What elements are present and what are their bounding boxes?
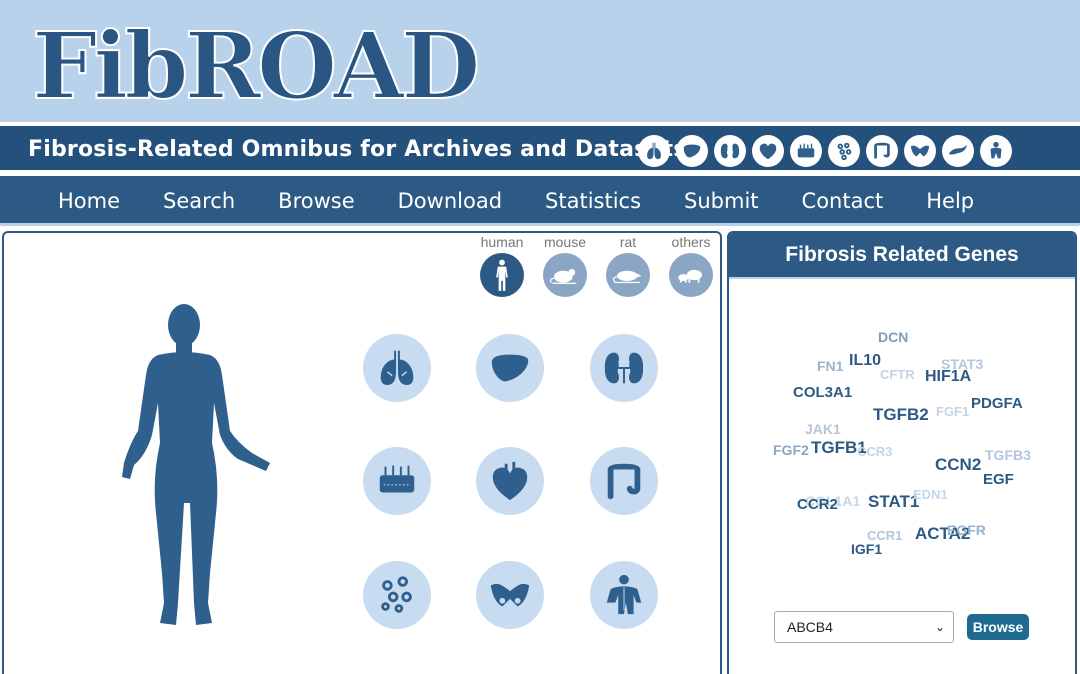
gene-word[interactable]: CCR2 (797, 496, 838, 513)
lung-icon[interactable] (363, 334, 431, 402)
genes-panel-header: Fibrosis Related Genes (729, 233, 1075, 279)
pancreas-icon[interactable] (942, 135, 974, 167)
nav-submit[interactable]: Submit (684, 189, 759, 213)
muscle-icon[interactable] (590, 561, 658, 629)
intestine-icon[interactable] (590, 447, 658, 515)
pelvis-icon[interactable] (476, 561, 544, 629)
gene-select-value: ABCB4 (787, 619, 833, 635)
lung-icon[interactable] (638, 135, 670, 167)
gene-word[interactable]: FN1 (817, 358, 843, 374)
gene-word[interactable]: CCN2 (935, 455, 981, 475)
species-rat[interactable]: rat (598, 233, 658, 297)
gene-word[interactable]: EGFR (947, 522, 986, 538)
nav-statistics[interactable]: Statistics (545, 189, 641, 213)
cells-icon[interactable] (828, 135, 860, 167)
nav-contact[interactable]: Contact (802, 189, 884, 213)
main-nav: Home Search Browse Download Statistics S… (0, 176, 1080, 226)
species-mouse[interactable]: mouse (535, 233, 595, 297)
others-icon[interactable] (669, 253, 713, 297)
gene-word[interactable]: TGFB3 (985, 447, 1031, 463)
fibroad-logo[interactable]: FibROAD (30, 22, 520, 104)
intestine-icon[interactable] (866, 135, 898, 167)
gene-word[interactable]: COL3A1 (793, 384, 852, 401)
mouse-icon[interactable] (543, 253, 587, 297)
site-tagline: Fibrosis-Related Omnibus for Archives an… (28, 137, 687, 162)
chevron-down-icon: ⌄ (934, 620, 945, 634)
muscle-icon[interactable] (980, 135, 1012, 167)
nav-home[interactable]: Home (58, 189, 120, 213)
liver-icon[interactable] (476, 334, 544, 402)
species-label: mouse (543, 234, 587, 250)
gene-word[interactable]: FGF2 (773, 442, 809, 458)
kidney-icon[interactable] (590, 334, 658, 402)
gene-word[interactable]: STAT1 (868, 492, 919, 512)
cells-icon[interactable] (363, 561, 431, 629)
nav-download[interactable]: Download (398, 189, 502, 213)
nav-search[interactable]: Search (163, 189, 235, 213)
svg-text:FibROAD: FibROAD (32, 22, 477, 104)
skin-icon[interactable] (363, 447, 431, 515)
human-body-silhouette[interactable] (116, 303, 276, 633)
organ-browser-panel: human mouse rat others (2, 231, 722, 674)
gene-select[interactable]: ABCB4 ⌄ (774, 611, 954, 643)
nav-help[interactable]: Help (926, 189, 974, 213)
browse-button[interactable]: Browse (967, 614, 1029, 640)
human-icon[interactable] (480, 253, 524, 297)
gene-word[interactable]: TGFB2 (873, 405, 929, 425)
gene-word-cloud: DCN FN1 IL10 CFTR STAT3 HIF1A COL3A1 TGF… (729, 279, 1075, 609)
gene-word[interactable]: JAK1 (805, 421, 841, 437)
heart-icon[interactable] (752, 135, 784, 167)
species-human[interactable]: human (472, 233, 532, 297)
pelvis-icon[interactable] (904, 135, 936, 167)
liver-icon[interactable] (676, 135, 708, 167)
heart-icon[interactable] (476, 447, 544, 515)
species-label: rat (619, 234, 637, 250)
gene-word[interactable]: IGF1 (851, 541, 882, 557)
genes-panel-title: Fibrosis Related Genes (785, 243, 1019, 266)
nav-browse[interactable]: Browse (278, 189, 354, 213)
site-header: FibROAD (0, 0, 1080, 122)
skin-icon[interactable] (790, 135, 822, 167)
gene-word[interactable]: IL10 (849, 352, 881, 370)
gene-word[interactable]: EGF (983, 471, 1014, 488)
species-label: human (480, 234, 524, 250)
gene-word[interactable]: HIF1A (925, 368, 971, 386)
gene-word[interactable]: PDGFA (971, 395, 1023, 412)
species-others[interactable]: others (661, 233, 721, 297)
gene-word[interactable]: CFTR (880, 367, 915, 382)
kidney-icon[interactable] (714, 135, 746, 167)
species-label: others (671, 234, 711, 250)
gene-word[interactable]: FGF1 (936, 404, 969, 419)
genes-panel: Fibrosis Related Genes DCN FN1 IL10 CFTR… (727, 231, 1077, 674)
header-organ-icons (638, 135, 1012, 167)
gene-word[interactable]: DCN (878, 329, 908, 345)
gene-word[interactable]: EDN1 (913, 487, 948, 502)
rat-icon[interactable] (606, 253, 650, 297)
gene-word[interactable]: CCR3 (857, 444, 892, 459)
